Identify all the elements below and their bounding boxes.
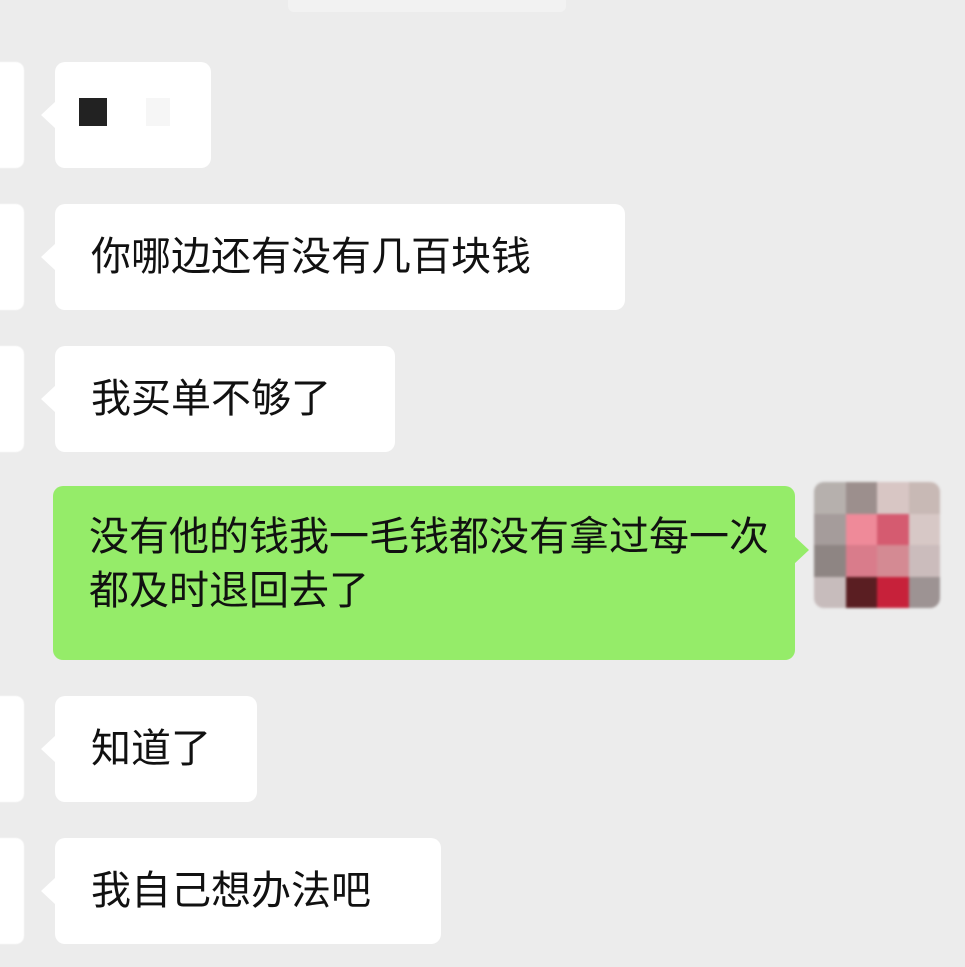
avatar-pixel (814, 482, 846, 514)
avatar-pixel (877, 482, 909, 514)
avatar-pixel (877, 576, 909, 608)
contact-avatar[interactable] (0, 346, 24, 452)
message-bubble-incoming[interactable]: 知道了 (41, 696, 257, 802)
avatar-pixel (877, 545, 909, 577)
avatar-pixel (845, 482, 877, 514)
avatar-pixel (908, 576, 940, 608)
message-bubble-outgoing[interactable]: 没有他的钱我一毛钱都没有拿过每一次都及时退回去了 (53, 486, 809, 660)
avatar-pixel (845, 513, 877, 545)
avatar-pixel (908, 513, 940, 545)
message-text: 没有他的钱我一毛钱都没有拿过每一次都及时退回去了 (89, 514, 769, 614)
avatar-pixel (908, 482, 940, 514)
contact-avatar[interactable] (0, 62, 24, 168)
top-banner-fragment (288, 0, 566, 12)
contact-avatar[interactable] (0, 696, 24, 802)
chat-background: 你哪边还有没有几百块钱 我买单不够了 没有他的钱我一毛钱都没有拿过每一次都及时退… (0, 0, 965, 967)
message-bubble-incoming[interactable]: 我买单不够了 (41, 346, 395, 452)
message-text: 你哪边还有没有几百块钱 (91, 234, 531, 280)
message-bubble-incoming[interactable]: 你哪边还有没有几百块钱 (41, 204, 625, 310)
message-text: 知道了 (91, 726, 211, 772)
redaction-block (79, 98, 107, 126)
contact-avatar[interactable] (0, 204, 24, 310)
avatar-pixel (845, 545, 877, 577)
redaction-block (146, 98, 170, 126)
avatar-pixel (845, 576, 877, 608)
avatar-pixel (814, 576, 846, 608)
message-text: 我自己想办法吧 (91, 868, 371, 914)
message-text: 我买单不够了 (91, 376, 331, 422)
my-avatar[interactable] (814, 482, 940, 608)
avatar-pixel (908, 545, 940, 577)
avatar-pixel (814, 513, 846, 545)
message-bubble-incoming[interactable]: 我自己想办法吧 (41, 838, 441, 944)
avatar-pixel (814, 545, 846, 577)
contact-avatar[interactable] (0, 838, 24, 944)
avatar-pixel (877, 513, 909, 545)
